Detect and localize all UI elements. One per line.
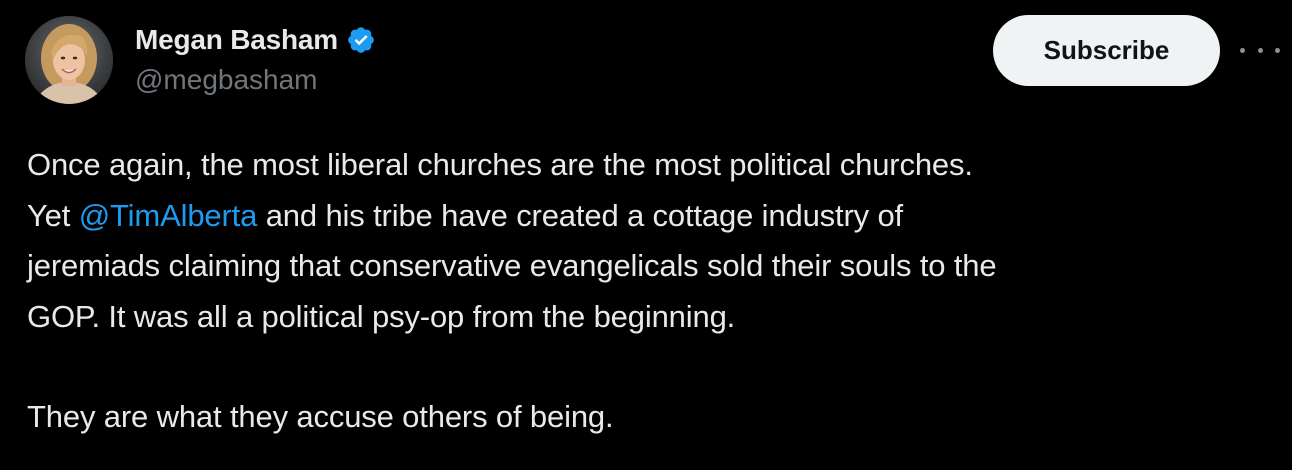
subscribe-button[interactable]: Subscribe (993, 15, 1220, 86)
more-dot (1240, 47, 1245, 53)
avatar-photo-icon (25, 16, 113, 104)
author-display-name[interactable]: Megan Basham (135, 24, 338, 56)
tweet-text: Once again, the most liberal churches ar… (27, 140, 1277, 443)
author-handle[interactable]: @megbasham (135, 64, 318, 96)
author-name-row: Megan Basham (135, 20, 376, 60)
tweet-card: Megan Basham @megbasham Subscribe Once a… (0, 0, 1292, 470)
more-options-icon[interactable] (1240, 40, 1280, 60)
more-dot (1275, 47, 1280, 53)
tweet-line: They are what they accuse others of bein… (27, 399, 614, 434)
tweet-line: GOP. It was all a political psy-op from … (27, 298, 736, 334)
tweet-text-segment: Yet (27, 197, 79, 233)
verified-badge-icon[interactable] (346, 25, 376, 55)
more-dot (1257, 47, 1263, 53)
tweet-text-segment: and his tribe have created a cottage ind… (257, 197, 904, 233)
mention-link[interactable]: @TimAlberta (79, 198, 258, 233)
tweet-line: Yet @TimAlberta and his tribe have creat… (27, 191, 1277, 242)
tweet-line: Once again, the most liberal churches ar… (27, 147, 973, 182)
avatar[interactable] (25, 16, 113, 104)
tweet-line: jeremiads claiming that conservative eva… (27, 248, 997, 283)
